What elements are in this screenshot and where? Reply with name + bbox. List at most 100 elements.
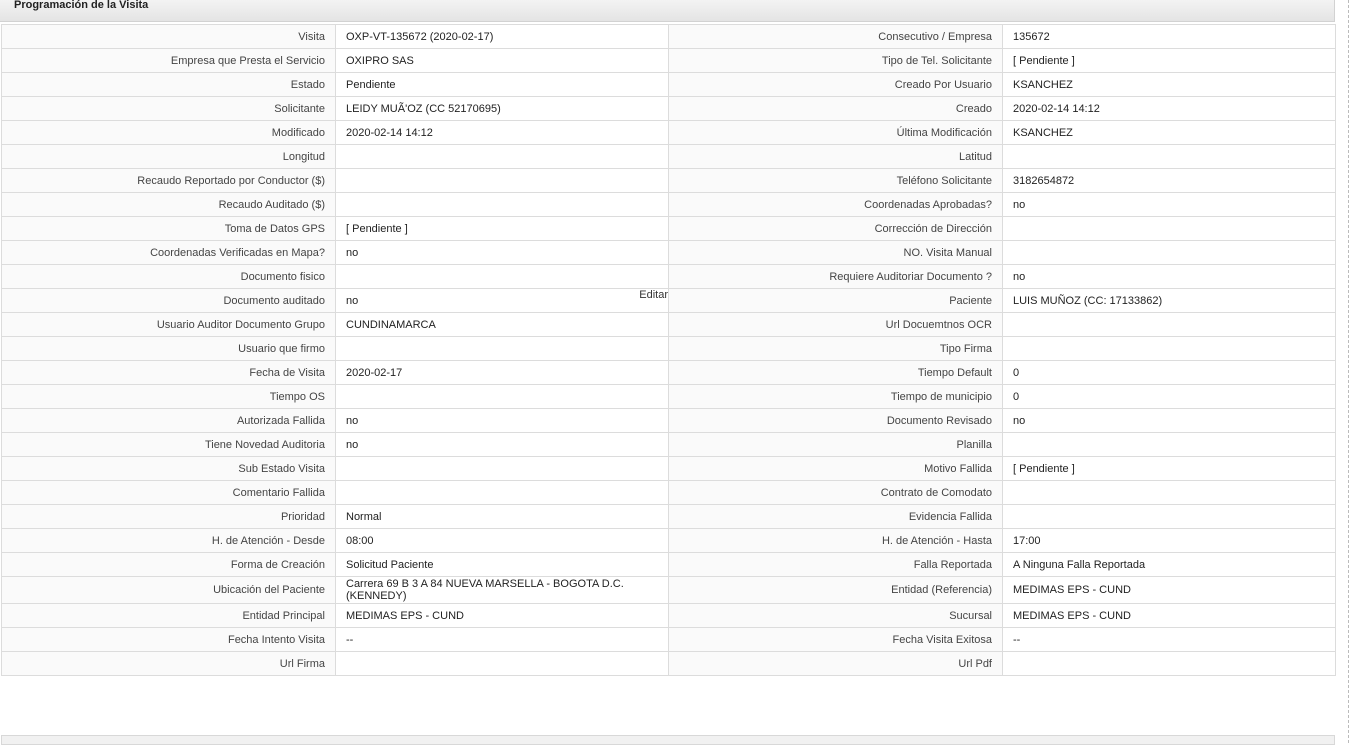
- detail-row: Visita OXP-VT-135672 (2020-02-17) Consecut…: [1, 24, 1336, 49]
- detail-row: Fecha Intento Visita -- Fecha Visita Exit…: [1, 627, 1336, 652]
- detail-row: Solicitante LEIDY MUÃ'OZ (CC 52170695) Cre…: [1, 96, 1336, 121]
- field-value: 2020-02-17: [335, 360, 669, 385]
- field-value-text: MEDIMAS EPS - CUND: [1013, 584, 1131, 596]
- field-value: [335, 480, 669, 505]
- field-label: Usuario Auditor Documento Grupo: [1, 312, 336, 337]
- field-label: Teléfono Solicitante: [668, 168, 1003, 193]
- field-value: --: [335, 627, 669, 652]
- field-label: Tiempo OS: [1, 384, 336, 409]
- field-value: Pendiente: [335, 72, 669, 97]
- field-value: CUNDINAMARCA: [335, 312, 669, 337]
- detail-row: Usuario que firmo Tipo Firma: [1, 336, 1336, 361]
- field-value: 2020-02-14 14:12: [1002, 96, 1336, 121]
- field-label: Fecha Visita Exitosa: [668, 627, 1003, 652]
- panel-header: Programación de la Visita: [0, 0, 1335, 22]
- field-label: Comentario Fallida: [1, 480, 336, 505]
- field-value: [335, 456, 669, 481]
- field-label: Creado: [668, 96, 1003, 121]
- field-label: Contrato de Comodato: [668, 480, 1003, 505]
- field-label: Visita: [1, 24, 336, 49]
- field-value: MEDIMAS EPS - CUND: [335, 603, 669, 628]
- detail-row: Forma de Creación Solicitud Paciente Falla…: [1, 552, 1336, 577]
- field-label: Url Firma: [1, 651, 336, 676]
- field-label: Autorizada Fallida: [1, 408, 336, 433]
- field-label: Entidad (Referencia): [668, 576, 1003, 604]
- detail-row: Tiene Novedad Auditoria no Planilla: [1, 432, 1336, 457]
- field-value: 17:00: [1002, 528, 1336, 553]
- field-value-text: Carrera 69 B 3 A 84 NUEVA MARSELLA - BOG…: [346, 578, 624, 602]
- field-label: Falla Reportada: [668, 552, 1003, 577]
- field-label: Tiempo Default: [668, 360, 1003, 385]
- detail-row: Recaudo Reportado por Conductor ($) Teléf…: [1, 168, 1336, 193]
- detail-row: Coordenadas Verificadas en Mapa? no NO. V…: [1, 240, 1336, 265]
- detail-row: Documento auditado no Editar Paciente LUIS …: [1, 288, 1336, 313]
- field-label: Documento auditado: [1, 288, 336, 313]
- field-label: Sucursal: [668, 603, 1003, 628]
- field-label: Tipo de Tel. Solicitante: [668, 48, 1003, 73]
- field-label: Forma de Creación: [1, 552, 336, 577]
- field-label: Ubicación del Paciente: [1, 576, 336, 604]
- detail-row: Toma de Datos GPS[ Pendiente ] Corrección…: [1, 216, 1336, 241]
- field-label: Última Modificación: [668, 120, 1003, 145]
- field-label: Toma de Datos GPS: [1, 216, 336, 241]
- edit-link[interactable]: Editar: [639, 290, 667, 302]
- field-value: Carrera 69 B 3 A 84 NUEVA MARSELLA - BOG…: [335, 576, 669, 604]
- field-value: OXIPRO SAS: [335, 48, 669, 73]
- detail-row: Usuario Auditor Documento Grupo CUNDINAMA…: [1, 312, 1336, 337]
- detail-row: Prioridad Normal Evidencia Fallida: [1, 504, 1336, 529]
- field-label: Evidencia Fallida: [668, 504, 1003, 529]
- field-value: [335, 168, 669, 193]
- detail-row: Documento fisico Requiere Auditoriar Docu…: [1, 264, 1336, 289]
- field-label: Paciente: [668, 288, 1003, 313]
- field-label: Requiere Auditoriar Documento ?: [668, 264, 1003, 289]
- field-value: Solicitud Paciente: [335, 552, 669, 577]
- field-value: no: [335, 240, 669, 265]
- field-value: 0: [1002, 384, 1336, 409]
- field-value: 135672: [1002, 24, 1336, 49]
- field-label: Modificado: [1, 120, 336, 145]
- field-label: Tipo Firma: [668, 336, 1003, 361]
- field-value: no: [1002, 192, 1336, 217]
- field-label: Sub Estado Visita: [1, 456, 336, 481]
- field-value: A Ninguna Falla Reportada: [1002, 552, 1336, 577]
- field-label: Longitud: [1, 144, 336, 169]
- field-value: no: [1002, 264, 1336, 289]
- field-label: Fecha Intento Visita: [1, 627, 336, 652]
- field-value: KSANCHEZ: [1002, 120, 1336, 145]
- field-value: [335, 336, 669, 361]
- detail-row: Entidad Principal MEDIMAS EPS - CUND Sucur…: [1, 603, 1336, 628]
- detail-row: Recaudo Auditado ($) Coordenadas Aprobada…: [1, 192, 1336, 217]
- page-edge-divider: [1348, 0, 1349, 743]
- detail-row: Url Firma Url Pdf: [1, 651, 1336, 676]
- field-value: [1002, 480, 1336, 505]
- visit-details-table: Visita OXP-VT-135672 (2020-02-17) Consecut…: [1, 24, 1336, 676]
- field-value: --: [1002, 627, 1336, 652]
- field-value: MEDIMAS EPS - CUND: [1002, 603, 1336, 628]
- field-label: Url Pdf: [668, 651, 1003, 676]
- detail-row: H. de Atención - Desde 08:00 H. de Atenció…: [1, 528, 1336, 553]
- detail-row: Longitud Latitud: [1, 144, 1336, 169]
- field-value: [1002, 312, 1336, 337]
- field-label: Fecha de Visita: [1, 360, 336, 385]
- field-label: Documento fisico: [1, 264, 336, 289]
- detail-row: Estado Pendiente Creado Por Usuario KSANCHE…: [1, 72, 1336, 97]
- field-label: Documento Revisado: [668, 408, 1003, 433]
- field-value: [ Pendiente ]: [1002, 48, 1336, 73]
- field-value: [335, 651, 669, 676]
- field-value: no: [335, 432, 669, 457]
- field-value: no: [1002, 408, 1336, 433]
- detail-row: Autorizada Fallida no Documento Revisado …: [1, 408, 1336, 433]
- field-label: Solicitante: [1, 96, 336, 121]
- field-value: KSANCHEZ: [1002, 72, 1336, 97]
- field-value: [1002, 240, 1336, 265]
- field-label: Tiene Novedad Auditoria: [1, 432, 336, 457]
- field-value: [1002, 432, 1336, 457]
- field-label: Consecutivo / Empresa: [668, 24, 1003, 49]
- field-value: no Editar: [335, 288, 669, 313]
- field-value: LUIS MUÑOZ (CC: 17133862): [1002, 288, 1336, 313]
- field-value: [335, 264, 669, 289]
- field-label: Prioridad: [1, 504, 336, 529]
- field-label: Creado Por Usuario: [668, 72, 1003, 97]
- field-value: [1002, 651, 1336, 676]
- field-value-text: no: [346, 294, 359, 307]
